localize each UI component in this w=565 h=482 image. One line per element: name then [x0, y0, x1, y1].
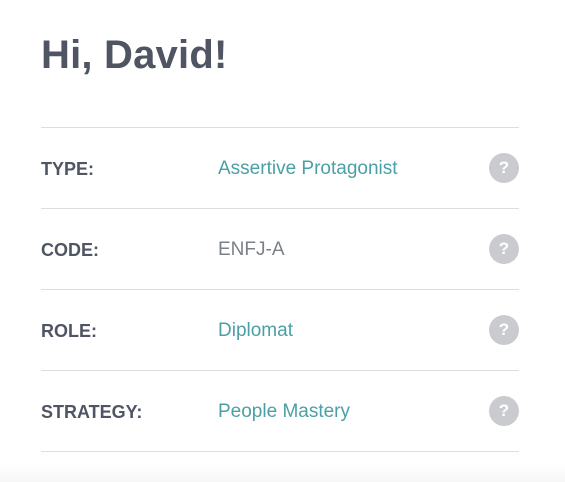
profile-row-role: ROLE: Diplomat ?	[41, 290, 519, 371]
strategy-value-link[interactable]: People Mastery	[218, 400, 350, 424]
code-value: ENFJ-A	[218, 239, 285, 260]
page-title: Hi, David!	[41, 33, 228, 77]
strategy-help-icon[interactable]: ?	[489, 396, 519, 426]
profile-summary-panel: Hi, David! TYPE: Assertive Protagonist ?…	[0, 0, 565, 482]
profile-row-type: TYPE: Assertive Protagonist ?	[41, 128, 519, 209]
profile-details-list: TYPE: Assertive Protagonist ? CODE: ENFJ…	[41, 127, 519, 452]
type-value-link[interactable]: Assertive Protagonist	[218, 157, 398, 181]
type-label: TYPE:	[41, 159, 95, 179]
code-label: CODE:	[41, 240, 99, 260]
profile-row-code: CODE: ENFJ-A ?	[41, 209, 519, 290]
strategy-label: STRATEGY:	[41, 402, 143, 422]
role-value-link[interactable]: Diplomat	[218, 319, 293, 343]
type-help-icon[interactable]: ?	[489, 153, 519, 183]
role-help-icon[interactable]: ?	[489, 315, 519, 345]
code-help-icon[interactable]: ?	[489, 234, 519, 264]
profile-row-strategy: STRATEGY: People Mastery ?	[41, 371, 519, 452]
role-label: ROLE:	[41, 321, 97, 341]
